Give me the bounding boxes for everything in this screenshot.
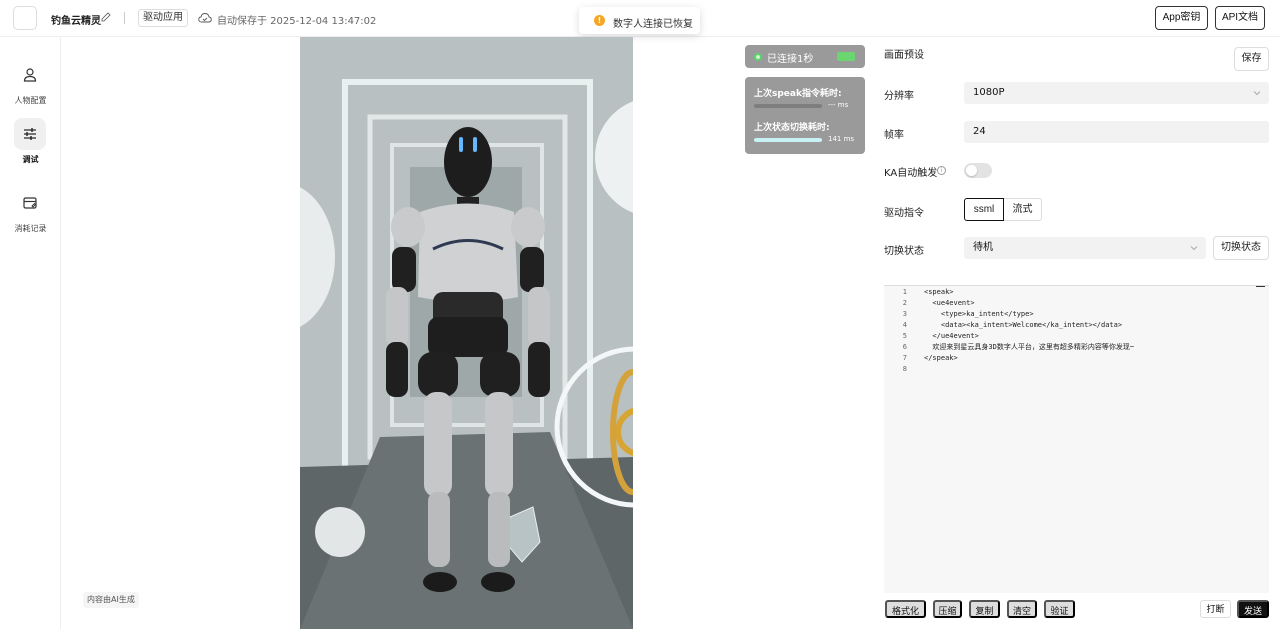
editor-line: 3 <type>ka_intent</type> [884, 309, 1269, 320]
line-number: 3 [902, 310, 907, 318]
connection-text: 已连接1秒 [767, 54, 814, 65]
app-logo[interactable] [13, 6, 37, 30]
preset-title: 画面预设 [884, 50, 924, 61]
drive-app-tag: 驱动应用 [138, 9, 188, 27]
sidebar-item-label: 调试 [22, 155, 39, 164]
code-text: </speak> [924, 354, 958, 362]
fps-input[interactable]: 24 [964, 121, 1269, 143]
sidebar-item-debug[interactable]: 调试 [0, 118, 61, 170]
drive-option-stream[interactable]: 流式 [1004, 198, 1042, 221]
line-number: 5 [902, 332, 907, 340]
top-header: 钓鱼云精灵 驱动应用 自动保存于 2025-12-04 13:47:02 ! 数… [0, 0, 1280, 37]
toast-message: 数字人连接已恢复 [613, 19, 693, 30]
signal-icon [837, 52, 855, 61]
drive-command-label: 驱动指令 [884, 208, 924, 219]
switch-state-label: 切换状态 [884, 246, 924, 257]
sidebar-item-label: 人物配置 [14, 96, 47, 105]
robot-scene-illustration [300, 37, 633, 629]
sidebar-item-character[interactable]: 人物配置 [0, 59, 61, 111]
fps-label: 帧率 [884, 130, 904, 141]
person-icon [23, 68, 37, 82]
warning-icon: ! [594, 15, 605, 26]
fps-value: 24 [973, 126, 986, 137]
record-icon [23, 197, 37, 209]
app-key-button[interactable]: App密钥 [1155, 6, 1208, 30]
sidebar-item-label: 消耗记录 [14, 224, 47, 233]
speak-latency-label: 上次speak指令耗时: [754, 89, 842, 99]
connected-dot-icon [754, 53, 762, 61]
verify-button[interactable]: 验证 [1044, 600, 1075, 618]
resolution-select[interactable]: 1080P [964, 82, 1269, 104]
api-doc-button[interactable]: API文档 [1215, 6, 1265, 30]
ssml-code-editor[interactable]: 1 <speak> 2 <ue4event> 3 <type>ka_intent… [884, 285, 1269, 593]
editor-line: 5 </ue4event> [884, 331, 1269, 342]
code-text: </ue4event> [924, 332, 979, 340]
header-divider [124, 12, 125, 24]
editor-line: 8 [884, 364, 1269, 375]
copy-button[interactable]: 复制 [969, 600, 1000, 618]
line-number: 8 [902, 365, 907, 373]
editor-line: 4 <data><ka_intent>Welcome</ka_intent></… [884, 320, 1269, 331]
compress-button[interactable]: 压缩 [933, 600, 962, 618]
toggle-knob [966, 165, 977, 176]
code-text: 欢迎来到星云具身3D数字人平台，这里有超多精彩内容等你发现~ [924, 343, 1135, 351]
editor-line: 7 </speak> [884, 353, 1269, 364]
drive-option-ssml[interactable]: ssml [964, 198, 1004, 221]
switch-latency-value: 141 ms [828, 135, 855, 143]
ka-auto-toggle[interactable] [964, 163, 992, 178]
editor-line: 6 欢迎来到星云具身3D数字人平台，这里有超多精彩内容等你发现~ [884, 342, 1269, 353]
editor-line: 1 <speak> [884, 287, 1269, 298]
switch-state-button[interactable]: 切换状态 [1213, 236, 1269, 260]
cloud-icon [198, 13, 212, 23]
code-text: <speak> [924, 288, 954, 296]
switch-latency-fill [754, 138, 822, 142]
switch-latency-label: 上次状态切换耗时: [754, 123, 830, 133]
resolution-label: 分辨率 [884, 91, 914, 102]
ai-generated-tag: 内容由AI生成 [83, 592, 139, 608]
sidebar-icon-wrap [14, 118, 46, 150]
resolution-value: 1080P [973, 87, 1005, 98]
state-select[interactable]: 待机 [964, 237, 1206, 259]
line-number: 7 [902, 354, 907, 362]
save-button[interactable]: 保存 [1234, 47, 1269, 71]
interrupt-button[interactable]: 打断 [1200, 600, 1231, 618]
speak-latency-value: --- ms [828, 101, 849, 109]
edit-icon[interactable] [101, 12, 111, 22]
connection-status: 已连接1秒 [745, 45, 865, 68]
sliders-icon [24, 128, 36, 140]
code-text: <data><ka_intent>Welcome</ka_intent></da… [924, 321, 1123, 329]
sidebar: 人物配置 调试 消耗记录 [0, 37, 61, 629]
chevron-down-icon [1190, 246, 1198, 251]
digital-human-preview[interactable] [300, 37, 633, 629]
clear-button[interactable]: 清空 [1007, 600, 1037, 618]
ka-auto-label: KA自动触发 [884, 168, 938, 179]
sidebar-icon-wrap [14, 187, 46, 219]
sidebar-item-consumption[interactable]: 消耗记录 [0, 187, 61, 239]
line-number: 1 [902, 288, 907, 296]
send-button[interactable]: 发送 [1237, 600, 1269, 618]
line-number: 2 [902, 299, 907, 307]
app-name: 钓鱼云精灵 [51, 16, 101, 27]
speak-latency-bar [754, 104, 822, 108]
line-number: 6 [902, 343, 907, 351]
chevron-down-icon [1253, 91, 1261, 96]
switch-latency-bar [754, 138, 822, 142]
code-text: <ue4event> [924, 299, 975, 307]
connection-toast: ! 数字人连接已恢复 [579, 7, 700, 34]
code-text: <type>ka_intent</type> [924, 310, 1034, 318]
editor-line: 2 <ue4event> [884, 298, 1269, 309]
autosave-status: 自动保存于 2025-12-04 13:47:02 [217, 16, 377, 27]
format-button[interactable]: 格式化 [885, 600, 926, 618]
info-icon[interactable]: i [937, 166, 946, 175]
sidebar-icon-wrap [14, 59, 46, 91]
line-number: 4 [902, 321, 907, 329]
latency-stats: 上次speak指令耗时: --- ms 上次状态切换耗时: 141 ms [745, 77, 865, 154]
state-value: 待机 [973, 242, 993, 253]
